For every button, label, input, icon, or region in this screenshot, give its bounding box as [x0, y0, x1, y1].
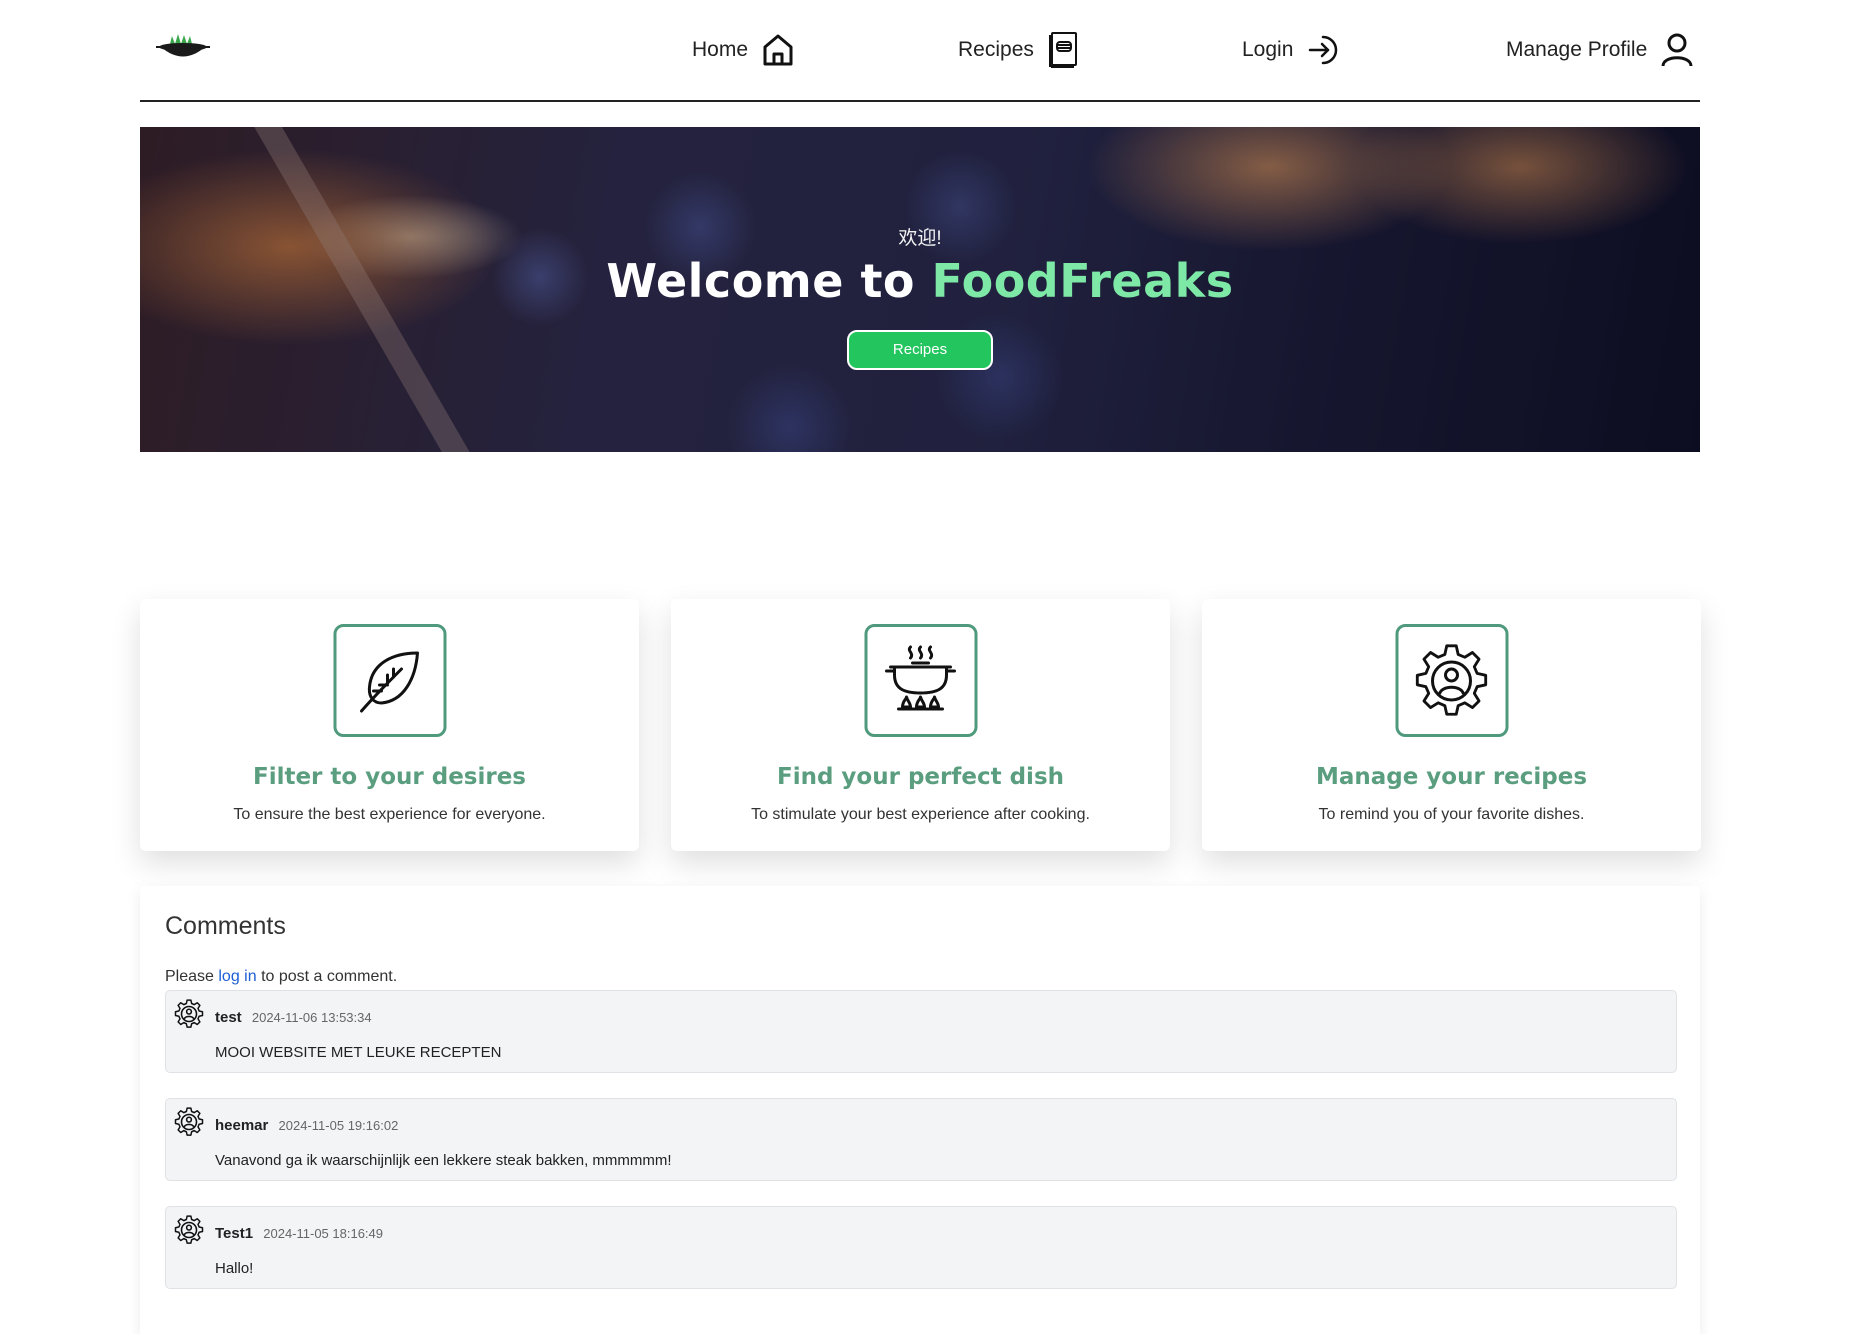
hero-banner: 欢迎! Welcome to FoodFreaks Recipes [140, 127, 1700, 452]
feature-title: Filter to your desires [252, 764, 526, 790]
comment-author: test 2024-11-06 13:53:34 [215, 1009, 372, 1026]
user-icon [1661, 33, 1693, 67]
comment-author: heemar 2024-11-05 19:16:02 [215, 1117, 398, 1134]
wok-logo-icon[interactable] [156, 30, 210, 66]
feature-title: Find your perfect dish [776, 764, 1065, 790]
hero-greeting: 欢迎! [898, 228, 942, 249]
comment-timestamp: 2024-11-06 13:53:34 [251, 1010, 372, 1025]
login-arrow-icon [1309, 35, 1338, 65]
cooking-pot-icon [885, 645, 956, 710]
nav-home[interactable]: Home [692, 30, 794, 70]
hero-title-prefix: Welcome to [606, 254, 916, 308]
login-link[interactable]: log in [218, 968, 256, 985]
feature-card-manage-recipes: Manage your recipes To remind you of you… [1202, 599, 1701, 851]
comment-text: MOOI WEBSITE MET LEUKE RECEPTEN [215, 1044, 502, 1061]
nav-login-label: Login [1242, 38, 1294, 61]
site-header: Home Recipes Login Manage Profile [140, 0, 1700, 102]
comment-text: Vanavond ga ik waarschijnlijk een lekker… [215, 1152, 672, 1169]
nav-recipes[interactable]: Recipes [958, 30, 1078, 70]
comment-item: heemar 2024-11-05 19:16:02 Vanavond ga i… [165, 1098, 1677, 1181]
gear-user-icon [1415, 643, 1488, 716]
comment-timestamp: 2024-11-05 19:16:02 [278, 1118, 399, 1133]
comment-username: Test1 [215, 1225, 254, 1242]
comments-section: Comments Please log in to post a comment… [140, 886, 1700, 1334]
comment-item: Test1 2024-11-05 18:16:49 Hallo! [165, 1206, 1677, 1289]
hero-recipes-button[interactable]: Recipes [847, 330, 993, 370]
login-prompt-prefix: Please [165, 968, 214, 985]
login-prompt-suffix: to post a comment. [261, 968, 398, 985]
comments-login-prompt: Please log in to post a comment. [165, 968, 397, 986]
leaf-icon [360, 651, 419, 712]
feature-text: To remind you of your favorite dishes. [1318, 806, 1585, 823]
comment-username: heemar [215, 1117, 269, 1134]
feature-card-filter: Filter to your desires To ensure the bes… [140, 599, 639, 851]
recipe-book-icon [1048, 32, 1077, 68]
user-gear-avatar-icon [174, 1107, 204, 1136]
user-gear-avatar-icon [174, 1215, 204, 1244]
feature-text: To ensure the best experience for everyo… [233, 806, 546, 823]
comments-title: Comments [165, 912, 286, 940]
nav-home-label: Home [692, 38, 749, 61]
feature-icon-frame [864, 624, 977, 737]
feature-icon-frame [333, 624, 446, 737]
comment-username: test [215, 1009, 242, 1026]
user-gear-avatar-icon [174, 999, 204, 1028]
hero-brand-name: FoodFreaks [931, 254, 1234, 308]
comment-text: Hallo! [215, 1260, 254, 1277]
hero-content: 欢迎! Welcome to FoodFreaks Recipes [140, 223, 1700, 370]
feature-text: To stimulate your best experience after … [751, 806, 1090, 823]
nav-login[interactable]: Login [1242, 30, 1339, 70]
nav-recipes-label: Recipes [958, 38, 1034, 61]
comment-timestamp: 2024-11-05 18:16:49 [263, 1226, 383, 1241]
comment-author: Test1 2024-11-05 18:16:49 [215, 1225, 383, 1242]
feature-card-find-dish: Find your perfect dish To stimulate your… [671, 599, 1170, 851]
comment-item: test 2024-11-06 13:53:34 MOOI WEBSITE ME… [165, 990, 1677, 1073]
hero-title: Welcome to FoodFreaks [140, 254, 1700, 308]
nav-profile-label: Manage Profile [1506, 38, 1648, 61]
feature-title: Manage your recipes [1315, 764, 1588, 790]
nav-manage-profile[interactable]: Manage Profile [1506, 30, 1693, 70]
home-icon [763, 34, 793, 66]
feature-icon-frame [1395, 624, 1508, 737]
